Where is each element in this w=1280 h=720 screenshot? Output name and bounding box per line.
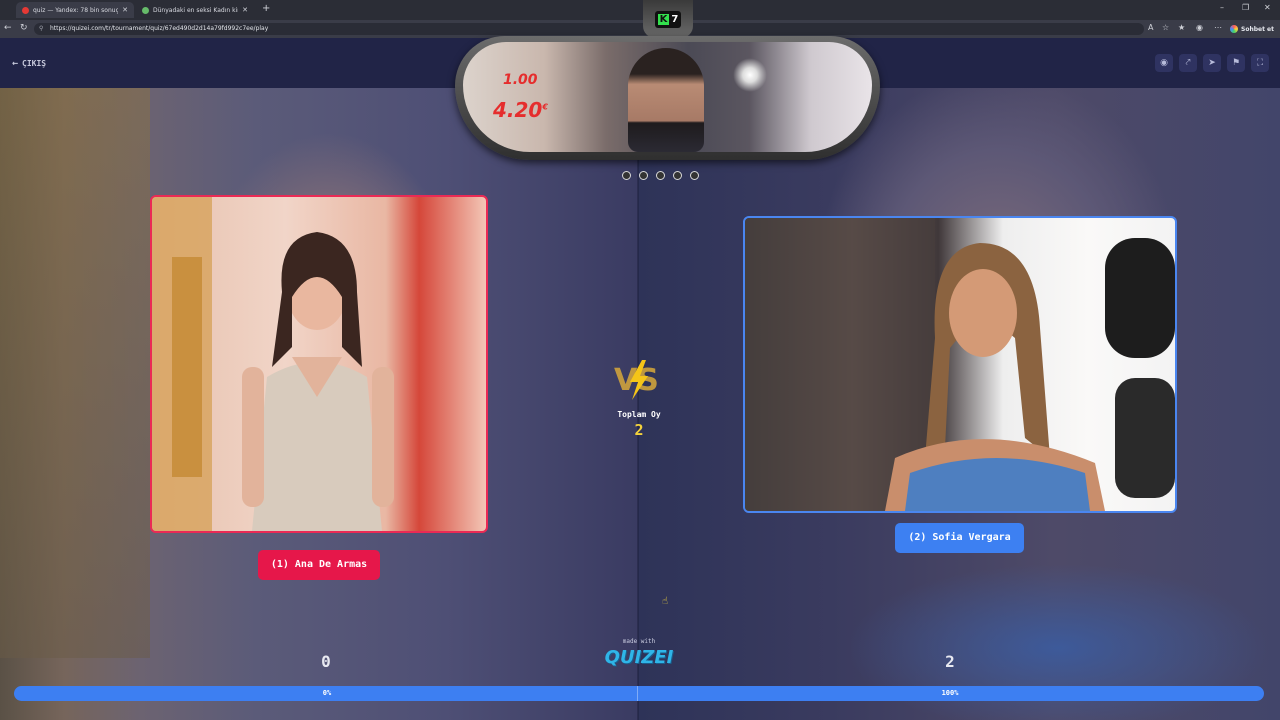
right-percent-label: 100% <box>941 689 959 697</box>
total-votes-value: 2 <box>634 421 644 439</box>
exit-label: ÇIKIŞ <box>22 59 47 68</box>
extension-icon[interactable]: ◉ <box>1196 23 1203 32</box>
left-percent-label: 0% <box>322 689 332 697</box>
tab-label: Dünyadaki en seksi Kadın kim – To... <box>153 6 238 14</box>
quizei-favicon-icon <box>142 6 149 14</box>
exit-button[interactable]: ← ÇIKIŞ <box>12 58 46 69</box>
reload-icon[interactable]: ↻ <box>20 23 28 33</box>
browser-tab-yandex[interactable]: quiz — Yandex: 78 bin sonuç bulu... ✕ <box>16 2 134 18</box>
indicator-dot <box>656 171 665 180</box>
close-window-icon[interactable]: ✕ <box>1264 3 1271 12</box>
indicator-dot <box>622 171 631 180</box>
left-vote-count: 0 <box>321 652 331 671</box>
glass-crack <box>733 58 767 92</box>
browser-tab-quizei[interactable]: Dünyadaki en seksi Kadın kim – To... ✕ <box>136 2 254 18</box>
share-icon[interactable]: ⤤ <box>1179 54 1197 72</box>
indicator-dot <box>673 171 682 180</box>
mirror-indicator-dots <box>622 171 699 180</box>
maximize-icon[interactable]: ❐ <box>1242 3 1249 12</box>
stream-badge-number: 7 <box>671 14 679 25</box>
made-with-label: made with <box>622 638 656 645</box>
close-tab-icon[interactable]: ✕ <box>122 6 128 14</box>
stream-badge: K 7 <box>655 11 681 28</box>
copilot-chat-label: Sohbet et <box>1241 25 1274 33</box>
copilot-icon <box>1230 25 1238 33</box>
mirror-text-2: 4.20€ <box>493 98 548 122</box>
right-vote-count: 2 <box>945 652 955 671</box>
favorites-icon[interactable]: ★ <box>1178 23 1185 32</box>
close-tab-icon[interactable]: ✕ <box>242 6 248 14</box>
total-votes-label: Toplam Oy <box>617 410 661 419</box>
contestant-right-portrait <box>745 218 1175 511</box>
tab-label: quiz — Yandex: 78 bin sonuç bulu... <box>33 6 119 14</box>
favorite-star-icon[interactable]: ☆ <box>1162 23 1169 32</box>
eye-icon[interactable]: ◉ <box>1155 54 1173 72</box>
streamer-face <box>628 48 704 152</box>
contestant-left-portrait <box>152 197 394 531</box>
site-info-icon[interactable]: ⚲ <box>39 23 43 35</box>
webcam-feed: 1.00 4.20€ <box>463 42 872 152</box>
stream-badge-k: K <box>657 14 670 25</box>
mirror-text-1: 1.00 <box>503 72 538 88</box>
yandex-favicon-icon <box>22 6 29 14</box>
send-icon[interactable]: ➤ <box>1203 54 1221 72</box>
url-text: https://quizei.com/tr/tournament/quiz/67… <box>50 25 269 32</box>
contestant-right-photo[interactable] <box>743 216 1177 513</box>
browser-tab-bar: quiz — Yandex: 78 bin sonuç bulu... ✕ Dü… <box>0 0 1280 20</box>
center-divider <box>637 88 639 720</box>
contestant-left-name-button[interactable]: (1) Ana De Armas <box>258 550 380 580</box>
read-aloud-icon[interactable]: A <box>1148 23 1153 32</box>
contestant-right-name-button[interactable]: (2) Sofia Vergara <box>895 523 1024 553</box>
progress-midline <box>637 686 638 701</box>
vs-lightning-icon: VS <box>614 360 659 400</box>
minimize-icon[interactable]: – <box>1220 3 1224 12</box>
url-field[interactable]: ⚲ https://quizei.com/tr/tournament/quiz/… <box>34 23 1144 35</box>
contestant-left-photo[interactable] <box>150 195 488 533</box>
mirror-text-2-value: 4.20 <box>493 98 543 122</box>
back-icon[interactable]: ← <box>4 23 12 33</box>
indicator-dot <box>690 171 699 180</box>
left-background-figure <box>0 88 150 658</box>
more-menu-icon[interactable]: ⋯ <box>1214 23 1222 32</box>
arrow-left-icon: ← <box>12 58 19 69</box>
mouse-cursor-icon: ☝ <box>662 596 669 607</box>
vote-progress-bar: 0% 100% <box>14 686 1264 701</box>
indicator-dot <box>639 171 648 180</box>
webcam-mirror-overlay: 1.00 4.20€ <box>455 36 880 160</box>
copilot-chat-button[interactable]: Sohbet et <box>1230 22 1274 36</box>
quizei-logo[interactable]: QUIZEI <box>600 647 678 668</box>
new-tab-icon[interactable]: + <box>262 3 270 14</box>
fullscreen-icon[interactable]: ⛶ <box>1251 54 1269 72</box>
mirror-text-2-unit: € <box>542 102 548 112</box>
flag-icon[interactable]: ⚑ <box>1227 54 1245 72</box>
